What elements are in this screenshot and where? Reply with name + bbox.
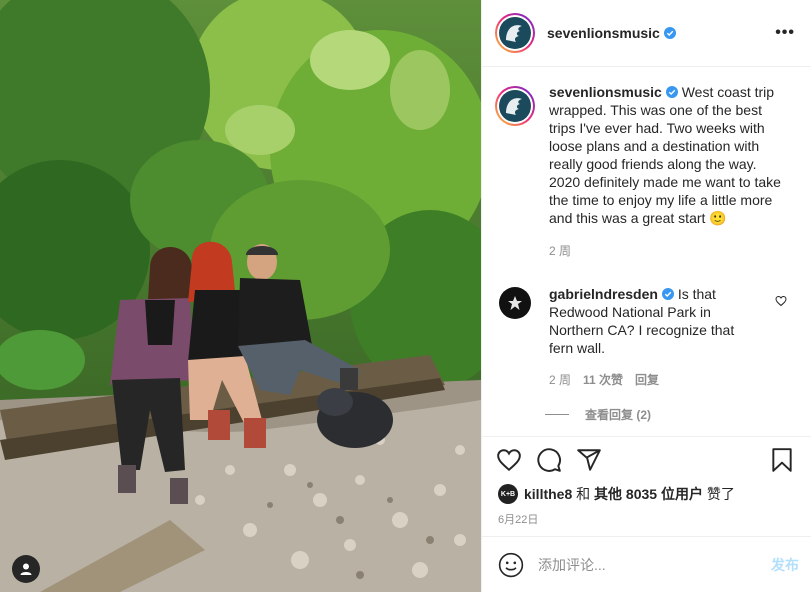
post-comment-button[interactable]: 发布	[771, 555, 799, 575]
comment-age[interactable]: 2 周	[549, 371, 571, 389]
reply-button[interactable]: 回复	[635, 371, 659, 389]
likes-others[interactable]: 其他 8035 位用户	[594, 484, 703, 504]
comment-item: gabrielndresden Is that Redwood National…	[495, 285, 795, 389]
heart-icon[interactable]	[496, 447, 522, 473]
comments-section: sevenlionsmusic West coast trip wrapped.…	[482, 67, 811, 436]
lion-logo-icon	[500, 18, 530, 48]
view-replies-button[interactable]: 查看回复 (2)	[545, 406, 795, 423]
likes-suffix: 赞了	[706, 486, 735, 502]
author-username[interactable]: sevenlionsmusic	[547, 25, 676, 41]
user-tag-button[interactable]	[12, 555, 40, 583]
caption-username[interactable]: sevenlionsmusic	[549, 84, 662, 100]
lion-logo-icon	[500, 91, 530, 121]
comment-likes[interactable]: 11 次赞	[583, 371, 623, 389]
post-side-panel: sevenlionsmusic ••• sevenlionsmusic West…	[481, 0, 811, 592]
verified-icon	[663, 27, 676, 39]
liker-avatar[interactable]: K+B	[498, 484, 518, 504]
post-date[interactable]: 6月22日	[482, 506, 811, 536]
comment-like-heart-icon[interactable]	[775, 295, 787, 307]
liker-username[interactable]: killthe8	[524, 486, 572, 502]
comment-input[interactable]	[538, 556, 771, 573]
comment-meta: 2 周 11 次赞 回复	[549, 371, 761, 389]
caption-avatar[interactable]	[495, 86, 535, 126]
bookmark-icon[interactable]	[769, 447, 795, 473]
caption-age[interactable]: 2 周	[549, 242, 571, 260]
verified-icon	[661, 288, 674, 300]
likes-summary: K+B killthe8 和 其他 8035 位用户 赞了	[482, 482, 811, 506]
user-tag-icon	[20, 563, 32, 575]
forest-scene-image	[0, 0, 481, 592]
comment-icon[interactable]	[536, 447, 562, 473]
caption-meta: 2 周	[549, 242, 789, 260]
view-replies-label: 查看回复 (2)	[585, 408, 652, 422]
add-comment-bar: 发布	[482, 536, 811, 592]
caption-text: West coast trip wrapped. This was one of…	[549, 84, 781, 226]
author-avatar[interactable]	[495, 13, 535, 53]
post-photo[interactable]	[0, 0, 481, 592]
commenter-logo-icon	[508, 296, 522, 310]
comment-username[interactable]: gabrielndresden	[549, 286, 658, 302]
commenter-avatar[interactable]	[499, 287, 531, 319]
likes-connector: 和	[576, 486, 591, 502]
emoji-icon[interactable]	[498, 552, 524, 578]
instagram-post: sevenlionsmusic ••• sevenlionsmusic West…	[0, 0, 811, 592]
more-icon[interactable]: •••	[775, 24, 795, 42]
share-icon[interactable]	[576, 447, 602, 473]
verified-icon	[665, 86, 678, 98]
caption: sevenlionsmusic West coast trip wrapped.…	[495, 83, 795, 260]
caption-body: sevenlionsmusic West coast trip wrapped.…	[549, 83, 789, 260]
action-bar	[482, 436, 811, 482]
comment-body: gabrielndresden Is that Redwood National…	[549, 285, 761, 389]
post-header: sevenlionsmusic •••	[482, 0, 811, 67]
